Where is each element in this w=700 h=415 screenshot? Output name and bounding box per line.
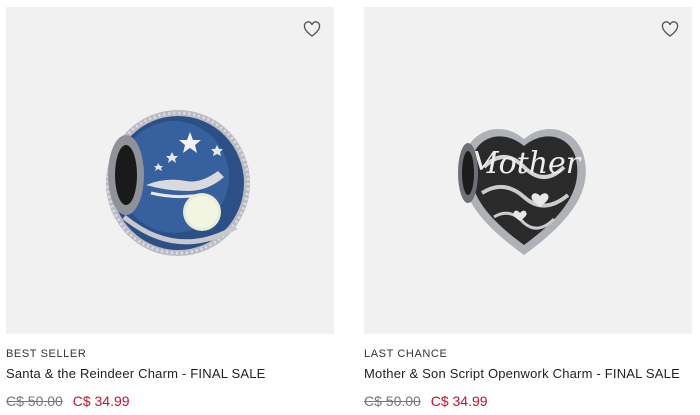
product-title[interactable]: Santa & the Reindeer Charm - FINAL SALE xyxy=(6,366,334,381)
product-card-mother-son[interactable]: Mother LAST CHANCE Mother & Son Script O… xyxy=(364,7,692,409)
santa-reindeer-charm-image xyxy=(106,110,250,256)
price-row: C$ 50.00 C$ 34.99 xyxy=(364,393,692,409)
product-image-mother-son-charm[interactable]: Mother xyxy=(364,7,692,334)
sale-price: C$ 34.99 xyxy=(430,393,488,409)
mother-son-openwork-charm-image: Mother xyxy=(458,128,586,255)
product-title[interactable]: Mother & Son Script Openwork Charm - FIN… xyxy=(364,366,692,381)
original-price: C$ 50.00 xyxy=(6,393,63,409)
product-badge: BEST SELLER xyxy=(6,348,87,360)
product-badge: LAST CHANCE xyxy=(364,348,448,360)
sale-price: C$ 34.99 xyxy=(72,393,130,409)
svg-text:Mother: Mother xyxy=(467,146,582,181)
wishlist-heart-icon[interactable] xyxy=(302,19,322,39)
price-row: C$ 50.00 C$ 34.99 xyxy=(6,393,334,409)
wishlist-heart-icon[interactable] xyxy=(660,19,680,39)
product-image-santa-reindeer-charm[interactable] xyxy=(6,7,334,334)
original-price: C$ 50.00 xyxy=(364,393,421,409)
product-card-santa-reindeer[interactable]: BEST SELLER Santa & the Reindeer Charm -… xyxy=(6,7,334,409)
